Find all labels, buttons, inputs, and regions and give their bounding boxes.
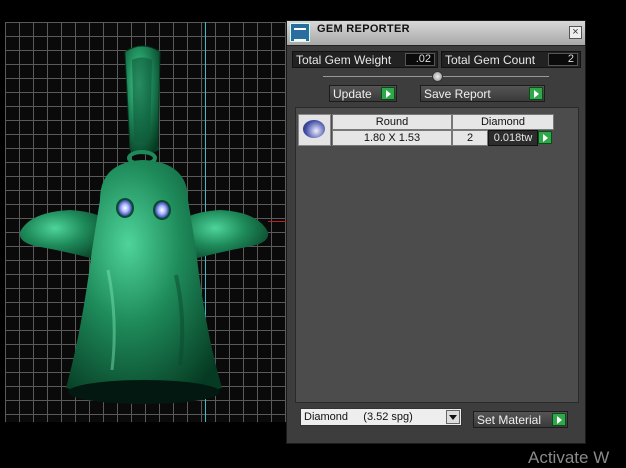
play-arrow-icon (529, 87, 543, 100)
gem-report-list[interactable]: Round Diamond 1.80 X 1.53 2 0.018tw (295, 107, 579, 403)
total-gem-weight-value: .02 (405, 53, 435, 66)
gem-size-cell: 1.80 X 1.53 (332, 130, 452, 146)
play-arrow-icon (381, 87, 395, 100)
total-gem-count: Total Gem Count 2 (441, 51, 581, 68)
chevron-down-icon[interactable] (446, 410, 460, 424)
total-gem-weight: Total Gem Weight .02 (292, 51, 438, 68)
close-icon[interactable]: × (569, 26, 582, 39)
set-material-button[interactable]: Set Material (473, 411, 568, 428)
activate-windows-watermark: Activate W (528, 448, 610, 467)
save-report-button-label: Save Report (424, 87, 491, 101)
gem-row-arrow-icon[interactable] (538, 131, 552, 144)
gem-count-cell: 2 (452, 130, 488, 146)
round-diamond-icon (298, 114, 331, 146)
gem-reporter-icon (290, 23, 310, 42)
slider-knob[interactable] (432, 71, 443, 82)
total-gem-weight-label: Total Gem Weight (296, 53, 392, 67)
material-select[interactable]: Diamond (3.52 spg) (300, 408, 462, 426)
set-material-button-label: Set Material (477, 413, 542, 427)
gem-weight-cell: 0.018tw (488, 130, 538, 146)
gem-material-cell: Diamond (452, 114, 554, 130)
update-button-label: Update (333, 87, 372, 101)
play-arrow-icon (552, 413, 566, 426)
save-report-button[interactable]: Save Report (420, 85, 545, 102)
gem-cut-cell: Round (332, 114, 452, 130)
material-select-value: Diamond (3.52 spg) (304, 411, 413, 423)
panel-titlebar[interactable]: GEM REPORTER × (287, 21, 585, 46)
gem-reporter-panel: GEM REPORTER × Total Gem Weight .02 Tota… (286, 20, 586, 444)
panel-title: GEM REPORTER (317, 23, 410, 35)
total-gem-count-label: Total Gem Count (445, 53, 536, 67)
update-button[interactable]: Update (329, 85, 397, 102)
ghost-pendant-model[interactable] (0, 0, 290, 430)
total-gem-count-value: 2 (548, 53, 578, 66)
